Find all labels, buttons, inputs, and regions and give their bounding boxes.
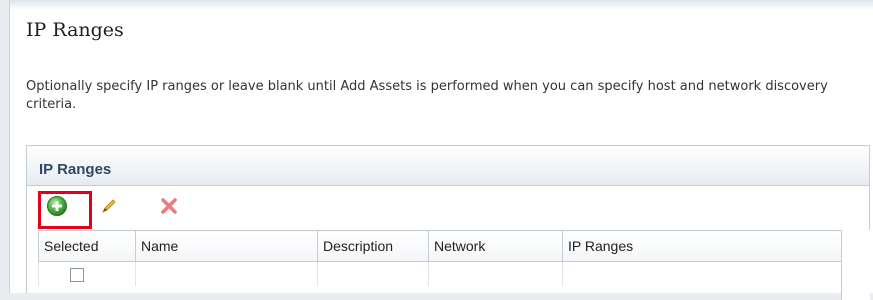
- ip-ranges-table: Selected Name Description Network IP Ran…: [38, 230, 841, 286]
- column-header-description[interactable]: Description: [317, 230, 429, 262]
- row-select-checkbox[interactable]: [70, 268, 84, 282]
- network-cell: [428, 261, 563, 286]
- selected-cell: [38, 261, 136, 286]
- ip-ranges-region: IP Ranges Selected Name Description Netw…: [26, 145, 870, 300]
- ip-ranges-cell: [562, 261, 841, 286]
- panel-top-band: [10, 0, 873, 10]
- table-toolbar: [27, 186, 869, 230]
- delete-x-icon: [159, 196, 179, 220]
- add-circle-icon: [46, 195, 68, 221]
- edit-button[interactable]: [95, 194, 123, 222]
- table-row: [38, 261, 841, 286]
- page-description: Optionally specify IP ranges or leave bl…: [26, 79, 828, 112]
- delete-button[interactable]: [155, 194, 183, 222]
- table-scroll-gutter: [841, 230, 870, 300]
- column-header-selected[interactable]: Selected: [38, 230, 136, 262]
- ip-ranges-panel: IP Ranges Optionally specify IP ranges o…: [9, 0, 873, 300]
- region-header: IP Ranges: [27, 146, 869, 186]
- name-cell: [135, 261, 318, 286]
- column-header-network[interactable]: Network: [428, 230, 563, 262]
- ip-ranges-table-container: Selected Name Description Network IP Ran…: [38, 230, 841, 300]
- pencil-icon: [99, 196, 119, 220]
- table-header-row: Selected Name Description Network IP Ran…: [38, 230, 841, 262]
- column-header-ip-ranges[interactable]: IP Ranges: [562, 230, 841, 262]
- add-button[interactable]: [43, 194, 71, 222]
- page-title: IP Ranges: [26, 19, 124, 41]
- column-header-name[interactable]: Name: [135, 230, 318, 262]
- description-cell: [317, 261, 429, 286]
- region-title: IP Ranges: [39, 161, 112, 178]
